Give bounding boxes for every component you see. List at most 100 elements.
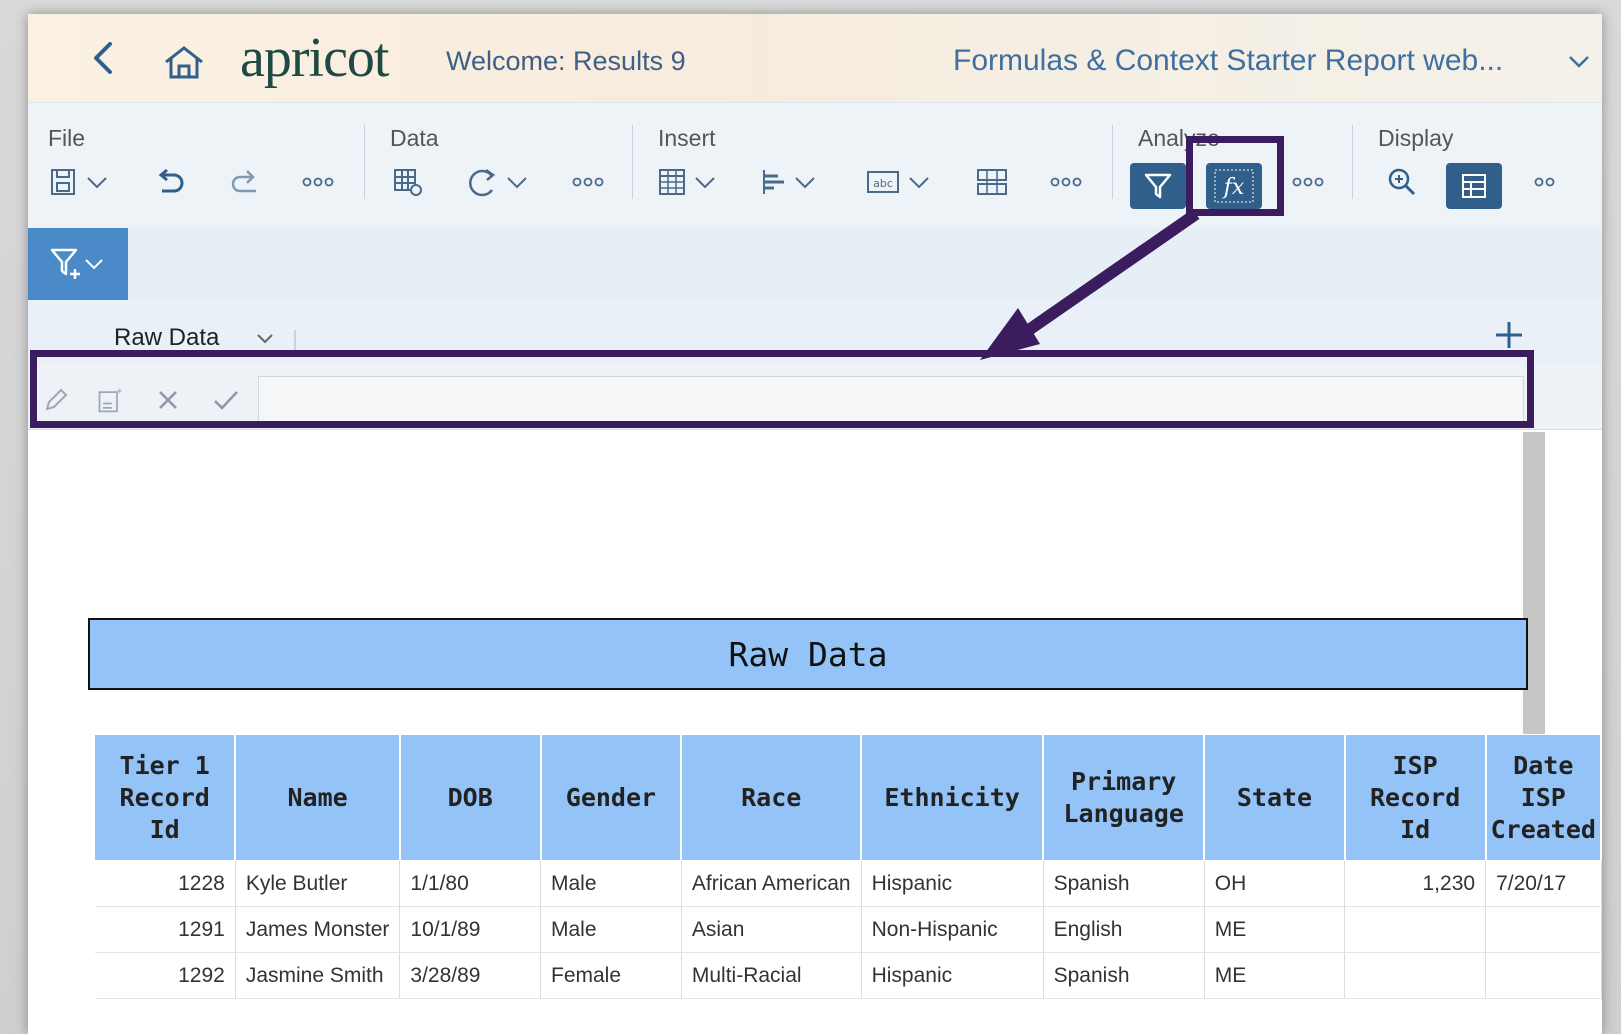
report-title[interactable]: Formulas & Context Starter Report web... (953, 44, 1503, 78)
group-label-insert: Insert (658, 125, 716, 151)
table-cell[interactable]: 7/20/17 (1485, 860, 1602, 907)
table-cell[interactable]: Multi-Racial (681, 952, 862, 999)
table-row[interactable]: 1291 James Monster 10/1/89 Male Asian Non-His… (94, 906, 1602, 953)
report-title-dropdown[interactable] (1568, 54, 1590, 70)
column-header[interactable]: State (1203, 734, 1346, 861)
table-cell[interactable]: Hispanic (861, 860, 1044, 907)
table-cell[interactable]: Spanish (1043, 952, 1205, 999)
new-variable-icon: * (98, 388, 122, 413)
add-tab-button[interactable] (1492, 318, 1526, 352)
column-header[interactable]: Ethnicity (860, 734, 1045, 861)
table-cell[interactable]: 1292 (94, 952, 236, 999)
report-title-cell[interactable]: Raw Data (88, 618, 1528, 690)
fx-icon: fx (1214, 169, 1254, 203)
close-icon (159, 391, 177, 409)
data-settings-button[interactable] (388, 161, 428, 203)
table-cell[interactable]: Kyle Butler (235, 860, 401, 907)
text-cell-icon: abc (867, 171, 929, 193)
column-header[interactable]: Name (234, 734, 401, 861)
table-cell[interactable]: Female (540, 952, 682, 999)
report-tabs: Raw Data (28, 300, 1602, 364)
insert-chart-button[interactable] (758, 161, 828, 203)
table-cell[interactable]: Male (540, 860, 682, 907)
more-icon (1534, 177, 1555, 187)
table-row[interactable]: 1228 Kyle Butler 1/1/80 Male African America… (94, 860, 1602, 907)
column-header[interactable]: Tier 1 Record Id (94, 734, 237, 861)
save-button[interactable] (46, 161, 116, 203)
table-cell[interactable] (1485, 952, 1602, 999)
table-cell[interactable]: English (1043, 906, 1205, 953)
insert-cell-button[interactable]: abc (864, 161, 940, 203)
shell-header: apricot Welcome: Results 9 Formulas & Co… (28, 14, 1602, 102)
table-cell[interactable]: 1291 (94, 906, 236, 953)
formula-bar: * (28, 364, 1602, 430)
table-cell[interactable]: 1/1/80 (399, 860, 541, 907)
table-cell[interactable]: OH (1204, 860, 1346, 907)
column-header[interactable]: Date ISP Created (1485, 734, 1602, 861)
filter-icon (1144, 173, 1172, 199)
column-header[interactable]: Gender (540, 734, 683, 861)
table-cell[interactable] (1344, 952, 1487, 999)
table-cell[interactable]: Hispanic (861, 952, 1044, 999)
column-header[interactable]: DOB (399, 734, 542, 861)
analyze-more-button[interactable] (1288, 161, 1328, 203)
pencil-icon (45, 388, 68, 411)
table-cell[interactable]: African American (681, 860, 862, 907)
tab-raw-data[interactable]: Raw Data (114, 324, 219, 352)
app-window: apricot Welcome: Results 9 Formulas & Co… (28, 14, 1602, 1034)
home-button[interactable] (162, 44, 206, 80)
svg-text:*: * (117, 388, 122, 400)
table-row[interactable]: 1292 Jasmine Smith 3/28/89 Female Multi-Raci… (94, 952, 1602, 999)
table-cell[interactable]: Non-Hispanic (861, 906, 1044, 953)
refresh-button[interactable] (464, 161, 534, 203)
toolbar-separator (364, 125, 365, 199)
table-cell[interactable]: Jasmine Smith (235, 952, 401, 999)
formula-button[interactable]: fx (1206, 163, 1262, 209)
outline-button[interactable] (1446, 163, 1502, 209)
save-icon (51, 169, 107, 195)
insert-table-button[interactable] (656, 161, 726, 203)
add-filter-icon (50, 248, 103, 279)
validate-formula-button[interactable] (212, 386, 240, 414)
file-more-button[interactable] (298, 161, 338, 203)
vertical-scrollbar[interactable] (1523, 432, 1545, 784)
redo-button[interactable] (224, 161, 264, 203)
table-cell[interactable] (1344, 906, 1487, 953)
table-cell[interactable]: James Monster (235, 906, 401, 953)
edit-formula-button[interactable] (42, 386, 70, 414)
more-icon (572, 177, 604, 187)
toolbar-separator (632, 125, 633, 199)
formula-input[interactable] (258, 376, 1524, 422)
insert-section-button[interactable] (972, 161, 1012, 203)
table-cell[interactable]: ME (1204, 906, 1346, 953)
table-cell[interactable]: 3/28/89 (399, 952, 541, 999)
table-cell[interactable]: Spanish (1043, 860, 1205, 907)
table-cell[interactable]: ME (1204, 952, 1346, 999)
zoom-button[interactable] (1382, 161, 1422, 203)
table-cell[interactable]: Male (540, 906, 682, 953)
filter-button[interactable] (1130, 163, 1186, 209)
table-cell[interactable]: 1228 (94, 860, 236, 907)
table-cell[interactable] (1485, 906, 1602, 953)
add-filter-button[interactable] (28, 228, 128, 300)
undo-button[interactable] (150, 161, 190, 203)
column-header[interactable]: ISP Record Id (1344, 734, 1487, 861)
table-cell[interactable]: Asian (681, 906, 862, 953)
column-header[interactable]: Race (680, 734, 863, 861)
group-label-data: Data (390, 125, 439, 151)
back-button[interactable] (88, 40, 118, 76)
table-body: 1228 Kyle Butler 1/1/80 Male African America… (94, 860, 1602, 999)
toolbar-separator (1112, 125, 1113, 199)
display-more-button[interactable] (1532, 161, 1556, 203)
table-cell[interactable]: 10/1/89 (399, 906, 541, 953)
more-icon (1050, 177, 1082, 187)
cancel-formula-button[interactable] (154, 386, 182, 414)
variable-editor-button[interactable]: * (96, 386, 124, 414)
insert-more-button[interactable] (1046, 161, 1086, 203)
data-more-button[interactable] (568, 161, 608, 203)
table-cell[interactable]: 1,230 (1344, 860, 1487, 907)
filter-bar (28, 228, 1602, 300)
group-label-analyze: Analyze (1138, 125, 1220, 151)
column-header[interactable]: Primary Language (1042, 734, 1206, 861)
tab-menu-button[interactable] (256, 332, 274, 344)
